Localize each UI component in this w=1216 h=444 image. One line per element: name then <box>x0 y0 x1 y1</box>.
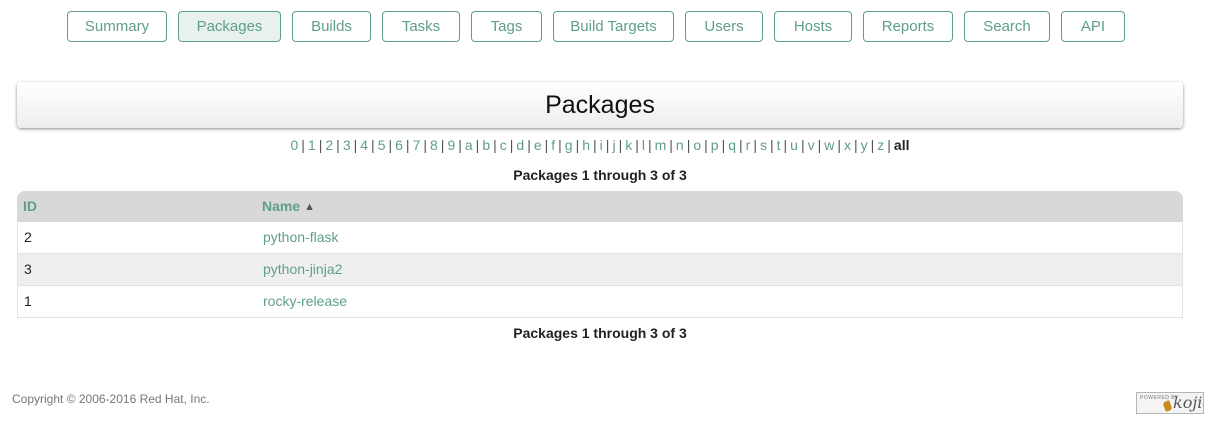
pagination-label-bottom: Packages 1 through 3 of 3 <box>513 325 687 341</box>
letter-filter-6[interactable]: 6 <box>395 137 403 153</box>
letter-separator: | <box>870 137 875 153</box>
letter-separator: | <box>854 137 858 153</box>
letter-separator: | <box>301 137 305 153</box>
tab-packages[interactable]: Packages <box>178 11 281 42</box>
letter-filter-y[interactable]: y <box>861 137 868 153</box>
letter-filter-t[interactable]: t <box>777 137 781 153</box>
column-header-name-label[interactable]: Name <box>262 198 300 214</box>
package-name-link[interactable]: python-flask <box>263 222 338 253</box>
letter-filter-e[interactable]: e <box>534 137 542 153</box>
letter-filter-p[interactable]: p <box>711 137 719 153</box>
powered-by-koji-badge[interactable]: POWERED BY koji <box>1136 392 1204 414</box>
letter-separator: | <box>475 137 480 153</box>
letter-separator: | <box>405 137 410 153</box>
letter-separator: | <box>753 137 757 153</box>
letter-separator: | <box>527 137 531 153</box>
page-header: Packages <box>17 82 1183 128</box>
letter-separator: | <box>704 137 708 153</box>
letter-filter-3[interactable]: 3 <box>343 137 351 153</box>
column-header-id[interactable]: ID <box>23 191 37 222</box>
letter-separator: | <box>605 137 610 153</box>
letter-filter-a[interactable]: a <box>465 137 473 153</box>
main-nav: Summary Packages Builds Tasks Tags Build… <box>0 11 1216 44</box>
letter-filter-g[interactable]: g <box>565 137 573 153</box>
letter-filter-q[interactable]: q <box>728 137 736 153</box>
letter-separator: | <box>458 137 462 153</box>
letter-separator: | <box>739 137 743 153</box>
letter-filter-1[interactable]: 1 <box>308 137 316 153</box>
letter-separator: | <box>371 137 375 153</box>
letter-filter-8[interactable]: 8 <box>430 137 438 153</box>
table-row: 1 rocky-release <box>17 286 1183 318</box>
tab-hosts[interactable]: Hosts <box>774 11 852 42</box>
tab-search[interactable]: Search <box>964 11 1050 42</box>
letter-separator: | <box>618 137 623 153</box>
packages-table: ID Name ▲ 2 python-flask 3 python-jinja2 … <box>17 191 1183 318</box>
alphabet-filter: 0 | 1 | 2 | 3 | 4 | 5 | 6 | 7 | 8 | 9 | a | b | c | d | e | f | g | h | i | j |… <box>0 136 1200 154</box>
page-title: Packages <box>545 91 655 119</box>
package-id: 2 <box>24 229 32 245</box>
table-row: 2 python-flask <box>17 222 1183 254</box>
letter-separator: | <box>817 137 822 153</box>
letter-separator: | <box>593 137 597 153</box>
letter-separator: | <box>769 137 774 153</box>
pagination-label-top: Packages 1 through 3 of 3 <box>513 167 687 183</box>
tab-users[interactable]: Users <box>685 11 763 42</box>
letter-separator: | <box>800 137 805 153</box>
letter-separator: | <box>336 137 340 153</box>
letter-filter-v[interactable]: v <box>808 137 815 153</box>
letter-filter-n[interactable]: n <box>676 137 684 153</box>
letter-separator: | <box>558 137 562 153</box>
letter-filter-b[interactable]: b <box>482 137 490 153</box>
letter-filter-c[interactable]: c <box>500 137 507 153</box>
letter-filter-x[interactable]: x <box>844 137 851 153</box>
letter-filter-2[interactable]: 2 <box>325 137 333 153</box>
table-row: 3 python-jinja2 <box>17 254 1183 286</box>
koji-logo-text: koji <box>1173 393 1203 412</box>
letter-separator: | <box>423 137 427 153</box>
package-id: 3 <box>24 261 32 277</box>
tab-api[interactable]: API <box>1061 11 1125 42</box>
letter-separator: | <box>509 137 514 153</box>
page: Summary Packages Builds Tasks Tags Build… <box>0 0 1216 444</box>
letter-separator: | <box>544 137 549 153</box>
letter-separator: | <box>440 137 445 153</box>
tab-summary[interactable]: Summary <box>67 11 167 42</box>
package-name-link[interactable]: rocky-release <box>263 286 347 317</box>
tab-tags[interactable]: Tags <box>471 11 542 42</box>
copyright-footer: Copyright © 2006-2016 Red Hat, Inc. <box>12 392 210 406</box>
tab-reports[interactable]: Reports <box>863 11 953 42</box>
letter-separator: | <box>887 137 891 153</box>
column-header-name[interactable]: Name ▲ <box>262 191 315 223</box>
letter-separator: | <box>721 137 726 153</box>
letter-separator: | <box>783 137 788 153</box>
letter-filter-s[interactable]: s <box>760 137 767 153</box>
letter-separator: | <box>388 137 393 153</box>
package-name-link[interactable]: python-jinja2 <box>263 254 342 285</box>
letter-filter-m[interactable]: m <box>655 137 667 153</box>
letter-separator: | <box>837 137 841 153</box>
table-header: ID Name ▲ <box>17 191 1183 222</box>
letter-separator: | <box>635 137 639 153</box>
tab-builds[interactable]: Builds <box>292 11 371 42</box>
letter-filter-o[interactable]: o <box>693 137 701 153</box>
letter-separator: | <box>318 137 323 153</box>
letter-filter-w[interactable]: w <box>824 137 834 153</box>
letter-separator: | <box>686 137 691 153</box>
tab-tasks[interactable]: Tasks <box>382 11 460 42</box>
letter-separator: | <box>669 137 673 153</box>
sort-ascending-icon[interactable]: ▲ <box>304 192 315 223</box>
letter-filter-u[interactable]: u <box>790 137 798 153</box>
letter-separator: | <box>575 137 580 153</box>
package-id: 1 <box>24 293 32 309</box>
letter-filter-all: all <box>893 137 910 153</box>
letter-filter-4[interactable]: 4 <box>360 137 368 153</box>
column-header-id-label[interactable]: ID <box>23 198 37 214</box>
koji-logo-icon <box>1162 400 1173 412</box>
letter-separator: | <box>353 137 358 153</box>
tab-build-targets[interactable]: Build Targets <box>553 11 674 42</box>
letter-filter-h[interactable]: h <box>582 137 590 153</box>
letter-separator: | <box>493 137 497 153</box>
letter-separator: | <box>647 137 652 153</box>
